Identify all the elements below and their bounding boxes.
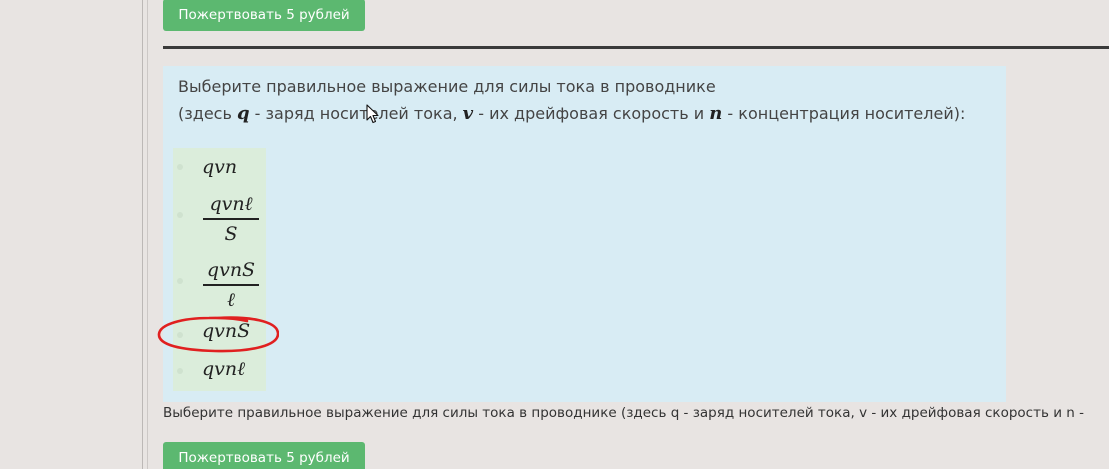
donate-button-bottom[interactable]: Пожертвовать 5 рублей <box>163 442 365 469</box>
option-fraction: qvnℓ S <box>203 192 259 246</box>
radio-button[interactable] <box>177 212 183 218</box>
answer-options: qvn qvnℓ S qvnS ℓ qvnS qvnℓ <box>173 148 266 391</box>
fraction-bar <box>203 218 259 220</box>
page-border-line <box>147 0 148 469</box>
fraction-denominator: S <box>224 222 238 245</box>
answer-option[interactable]: qvnS <box>173 318 266 348</box>
radio-button[interactable] <box>177 368 183 374</box>
question-caption: Выберите правильное выражение для силы т… <box>163 405 1084 421</box>
donate-button-top[interactable]: Пожертвовать 5 рублей <box>163 0 365 31</box>
question-text-part: (здесь <box>178 104 237 123</box>
question-box: Выберите правильное выражение для силы т… <box>163 66 1006 402</box>
question-text-line1: Выберите правильное выражение для силы т… <box>178 77 716 96</box>
section-divider <box>163 46 1109 49</box>
answer-option[interactable]: qvnℓ S <box>173 188 266 248</box>
fraction-numerator: qvnS <box>206 259 256 281</box>
answer-option[interactable]: qvnℓ <box>173 356 266 386</box>
question-text-part: - концентрация носителей): <box>722 104 966 123</box>
math-var-q: q <box>236 103 250 124</box>
left-gutter <box>0 0 142 469</box>
answer-option[interactable]: qvnS ℓ <box>173 254 266 314</box>
option-formula: qvnℓ <box>202 358 246 380</box>
fraction-numerator: qvnℓ <box>209 193 253 215</box>
radio-button[interactable] <box>177 278 183 284</box>
fraction-denominator: ℓ <box>227 288 235 311</box>
question-text-part: - заряд носителей тока, <box>249 104 463 123</box>
mouse-pointer-icon <box>366 104 379 124</box>
radio-button[interactable] <box>177 164 183 170</box>
fraction-bar <box>203 284 259 286</box>
question-text-part: - их дрейфовая скорость и <box>473 104 710 123</box>
math-var-n: n <box>709 103 723 124</box>
option-formula: qvn <box>202 156 238 178</box>
option-formula: qvnS <box>202 320 251 342</box>
page-border-line <box>142 0 143 469</box>
radio-button[interactable] <box>177 332 183 338</box>
option-fraction: qvnS ℓ <box>203 258 259 312</box>
math-var-v: v <box>462 103 474 124</box>
question-text-line2: (здесь q - заряд носителей тока, v - их … <box>178 103 965 124</box>
answer-option[interactable]: qvn <box>173 152 266 182</box>
